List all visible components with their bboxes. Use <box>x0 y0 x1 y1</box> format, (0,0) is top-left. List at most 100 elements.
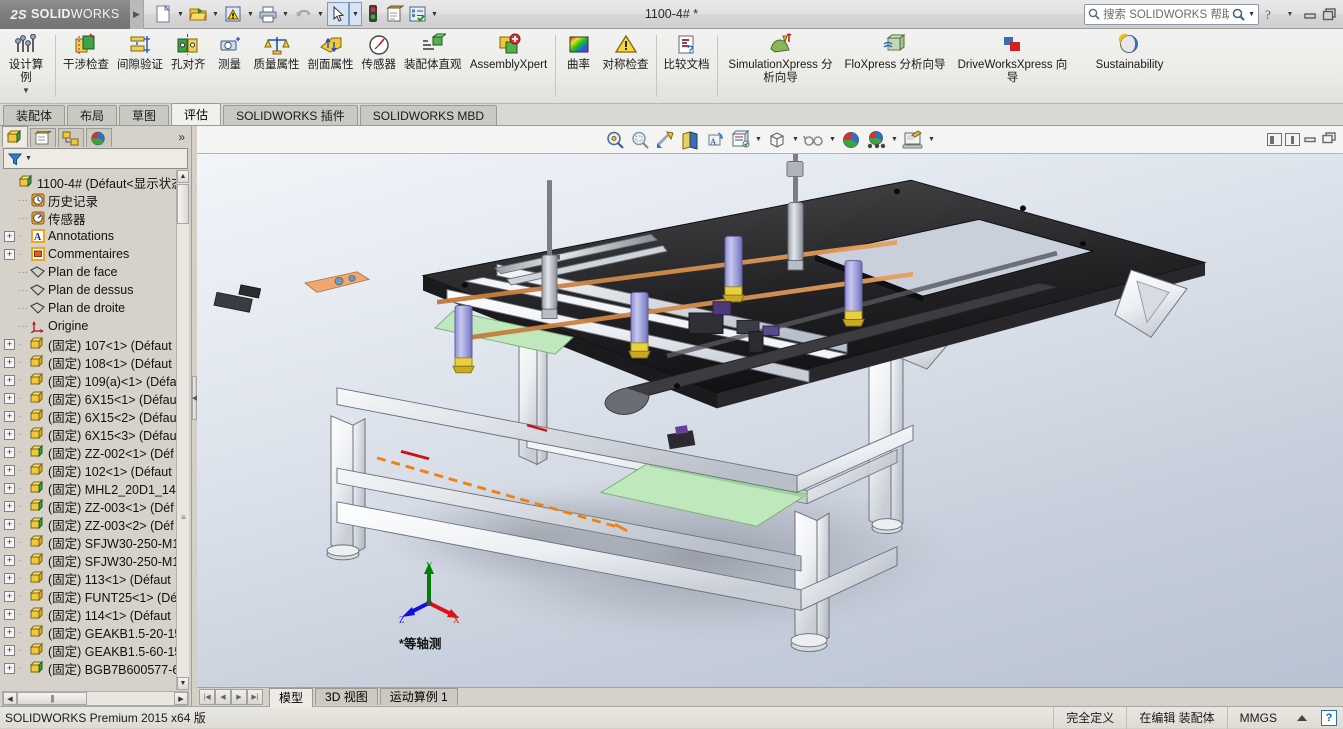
tree-expander[interactable]: + <box>4 537 15 548</box>
select-caret[interactable]: ▼ <box>349 2 362 26</box>
help-caret[interactable]: ▼ <box>1281 4 1299 24</box>
tree-expander[interactable]: + <box>4 393 15 404</box>
tree-item[interactable]: +·(固定) 102<1> (Défaut <box>2 461 176 479</box>
compare-documents-button[interactable]: ? 比较文档 <box>660 29 714 72</box>
tree-item[interactable]: +·(固定) GEAKB1.5-20-15 <box>2 623 176 641</box>
sustainability-button[interactable]: Sustainability <box>1075 29 1183 72</box>
tab-nav-button-0[interactable]: |◀ <box>199 689 215 705</box>
command-tab-1[interactable]: 布局 <box>67 105 117 125</box>
section-view-icon[interactable] <box>678 128 702 152</box>
tree-expander[interactable]: + <box>4 447 15 458</box>
undo-caret[interactable]: ▼ <box>314 2 327 26</box>
tree-item[interactable]: ···Plan de face <box>2 263 176 281</box>
mass-properties-button[interactable]: 质量属性 <box>250 29 304 72</box>
restore-icon[interactable] <box>1321 4 1339 24</box>
view-settings-icon[interactable] <box>864 128 888 152</box>
hscroll-right-button[interactable]: ▶ <box>174 692 188 705</box>
tree-expander[interactable]: + <box>4 519 15 530</box>
driveworks-xpress-button[interactable]: DriveWorksXpress 向导 <box>949 29 1075 84</box>
tree-expander[interactable]: + <box>4 627 15 638</box>
design-study-button[interactable]: 设计算例 ▼ <box>0 29 52 95</box>
tree-item[interactable]: +·(固定) SFJW30-250-M1 <box>2 551 176 569</box>
tree-expander[interactable]: + <box>4 501 15 512</box>
viewport-layout-icon[interactable] <box>901 128 925 152</box>
tree-expander[interactable]: + <box>4 483 15 494</box>
measure-button[interactable]: 测量 <box>210 29 250 72</box>
hscroll-left-button[interactable]: ◀ <box>3 692 17 705</box>
command-tab-0[interactable]: 装配体 <box>3 105 65 125</box>
hide-show-caret[interactable]: ▼ <box>790 128 801 152</box>
document-tab-1[interactable]: 3D 视图 <box>315 688 378 705</box>
search-input[interactable]: 搜索 SOLIDWORKS 帮助 ▼ <box>1084 4 1259 25</box>
tree-expander[interactable]: + <box>4 555 15 566</box>
feature-manager-tab[interactable] <box>2 126 28 147</box>
hide-show-cube-icon[interactable] <box>765 128 789 152</box>
zoom-area-icon[interactable] <box>628 128 652 152</box>
collapse-left-icon[interactable] <box>1267 133 1282 146</box>
save-caret[interactable]: ▼ <box>244 2 257 26</box>
tree-item[interactable]: +·(固定) 107<1> (Défaut <box>2 335 176 353</box>
symmetry-check-button[interactable]: 对称检查 <box>599 29 653 72</box>
assembly-xpert-button[interactable]: AssemblyXpert <box>466 29 552 72</box>
tree-item[interactable]: +·(固定) FUNT25<1> (Dé <box>2 587 176 605</box>
tree-expander[interactable]: + <box>4 609 15 620</box>
zoom-fit-icon[interactable] <box>603 128 627 152</box>
hscroll-thumb[interactable]: ||| <box>17 692 87 705</box>
tree-expander[interactable]: + <box>4 465 15 476</box>
command-tab-2[interactable]: 草图 <box>119 105 169 125</box>
tree-expander[interactable]: + <box>4 411 15 422</box>
new-doc-caret[interactable]: ▼ <box>174 2 187 26</box>
tree-item[interactable]: 1100-4# (Défaut<显示状态 <box>2 173 176 191</box>
tree-item[interactable]: ···历史记录 <box>2 191 176 209</box>
tree-horizontal-scrollbar[interactable]: ◀ ||| ▶ <box>2 691 189 706</box>
tree-item[interactable]: +·(固定) ZZ-003<2> (Déf <box>2 515 176 533</box>
interference-check-button[interactable]: 干涉检查 <box>59 29 113 72</box>
sensor-button[interactable]: 传感器 <box>358 29 401 72</box>
tree-expander[interactable]: + <box>4 375 15 386</box>
assembly-visualization-button[interactable]: 装配体直观 <box>400 29 466 72</box>
tab-nav-button-2[interactable]: ▶ <box>231 689 247 705</box>
tree-item[interactable]: +·(固定) BGB7B600577-6 <box>2 659 176 677</box>
tree-item[interactable]: ···传感器 <box>2 209 176 227</box>
design-study-dropdown-caret[interactable]: ▼ <box>22 86 30 95</box>
tree-item[interactable]: +·(固定) 6X15<2> (Défau <box>2 407 176 425</box>
clearance-verify-button[interactable]: 间隙验证 <box>113 29 167 72</box>
display-style-icon[interactable] <box>728 128 752 152</box>
tree-vertical-scrollbar[interactable]: ▲ ≡ ▼ <box>176 170 189 690</box>
scroll-up-button[interactable]: ▲ <box>177 170 189 183</box>
tree-item[interactable]: +·Commentaires <box>2 245 176 263</box>
glasses-icon[interactable] <box>802 128 826 152</box>
tree-expander[interactable]: + <box>4 231 15 242</box>
tree-item[interactable]: +·(固定) GEAKB1.5-60-15 <box>2 641 176 659</box>
tree-expander[interactable]: + <box>4 429 15 440</box>
tree-item[interactable]: +·AAnnotations <box>2 227 176 245</box>
tree-expander[interactable]: + <box>4 249 15 260</box>
tree-item[interactable]: +·(固定) MHL2_20D1_142 <box>2 479 176 497</box>
notepad-pencil-icon[interactable] <box>384 2 406 26</box>
tree-item[interactable]: +·(固定) 108<1> (Défaut <box>2 353 176 371</box>
open-folder-caret[interactable]: ▼ <box>209 2 222 26</box>
command-tab-5[interactable]: SOLIDWORKS MBD <box>360 105 497 125</box>
undo-arrow-icon[interactable] <box>292 2 314 26</box>
simulation-xpress-button[interactable]: SimulationXpress 分析向导 <box>721 29 841 84</box>
tree-item[interactable]: +·(固定) ZZ-003<1> (Déf <box>2 497 176 515</box>
status-units-caret-icon[interactable] <box>1297 715 1307 721</box>
scroll-thumb[interactable] <box>177 184 189 224</box>
configuration-manager-tab[interactable] <box>58 128 84 147</box>
tree-item[interactable]: +·(固定) 6X15<3> (Défau <box>2 425 176 443</box>
tree-item[interactable]: ···Plan de droite <box>2 299 176 317</box>
display-manager-tab[interactable] <box>86 128 112 147</box>
document-tab-0[interactable]: 模型 <box>269 688 313 707</box>
tree-expander[interactable]: + <box>4 645 15 656</box>
tab-nav-button-3[interactable]: ▶| <box>247 689 263 705</box>
open-folder-icon[interactable] <box>187 2 209 26</box>
options-caret[interactable]: ▼ <box>428 2 441 26</box>
tree-expander[interactable]: + <box>4 591 15 602</box>
document-tab-2[interactable]: 运动算例 1 <box>380 688 458 705</box>
new-doc-icon[interactable] <box>152 2 174 26</box>
manager-tabs-overflow[interactable]: » <box>178 128 191 147</box>
tree-item[interactable]: +·(固定) 6X15<1> (Défau <box>2 389 176 407</box>
tree-expander[interactable]: + <box>4 357 15 368</box>
checklist-icon[interactable] <box>406 2 428 26</box>
printer-icon[interactable] <box>257 2 279 26</box>
